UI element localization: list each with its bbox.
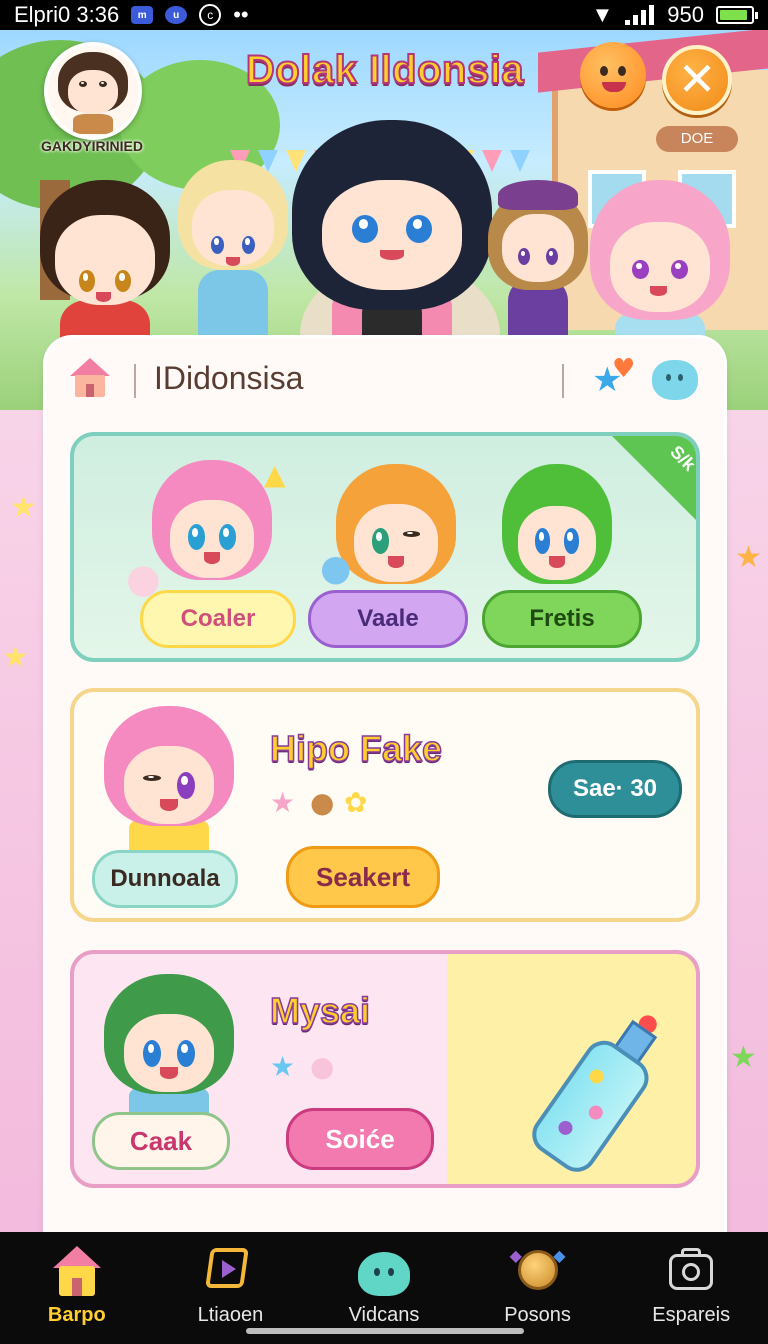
divider bbox=[134, 364, 136, 398]
notification-app-icon: m bbox=[131, 6, 154, 24]
signal-icon bbox=[625, 5, 655, 25]
character-girl-hat bbox=[488, 180, 588, 350]
mascot-button[interactable] bbox=[580, 42, 646, 108]
battery-percent: 950 bbox=[667, 2, 704, 27]
score-badge[interactable]: Sae· 30 bbox=[548, 760, 682, 818]
star-icon: ★ bbox=[270, 786, 296, 819]
seakert-button[interactable]: Seakert bbox=[286, 846, 440, 908]
done-badge[interactable]: DOE bbox=[656, 126, 738, 152]
corner-ribbon: S/k bbox=[606, 436, 696, 526]
decor-star: ★ bbox=[730, 1040, 757, 1075]
status-bar: Elpri0 3:36 m u c •• ▼ 950 bbox=[0, 0, 768, 30]
smile-icon: ● bbox=[310, 1050, 335, 1083]
character-button-coaler[interactable]: Coaler bbox=[140, 590, 296, 648]
decor-star: ★ bbox=[2, 640, 29, 675]
avatar-name: GAKDYIRINIED bbox=[41, 138, 143, 154]
house-icon[interactable] bbox=[70, 358, 110, 398]
slime-icon[interactable] bbox=[652, 360, 698, 400]
star-icon: ★ bbox=[270, 1050, 296, 1083]
panel-title: IDidonsisa bbox=[154, 360, 304, 396]
player-avatar[interactable] bbox=[44, 42, 142, 140]
dunnoala-button[interactable]: Dunnoala bbox=[92, 850, 238, 908]
character-button-fretis[interactable]: Fretis bbox=[482, 590, 642, 648]
status-right: ▼ 950 bbox=[591, 2, 758, 28]
nav-item-barpo[interactable]: Barpo bbox=[0, 1232, 154, 1344]
notification-c-icon: c bbox=[199, 4, 222, 26]
avatar-character bbox=[58, 52, 128, 134]
card-title: Hipo Fake bbox=[269, 727, 443, 770]
cat-mascot-icon: ▲ bbox=[264, 458, 286, 491]
blob-icon: ● bbox=[320, 548, 352, 589]
notification-app-icon-2: u bbox=[165, 6, 188, 24]
hipo-fake-card: Hipo Fake ★ ● ✿ Sae· 30 Dunnoala Seakert bbox=[70, 688, 700, 922]
card-title: Mysai bbox=[269, 989, 371, 1032]
character-orange-hair bbox=[336, 464, 456, 604]
main-panel: IDidonsisa ★ ♥ S/k ▲ ● ● Coaler Vaale Fr… bbox=[46, 338, 724, 1238]
potion-bottle-icon bbox=[508, 997, 690, 1184]
character-select-card: S/k ▲ ● ● Coaler Vaale Fretis bbox=[70, 432, 700, 662]
heart-icon: ♥ bbox=[612, 354, 636, 384]
play-icon bbox=[202, 1246, 258, 1298]
house-icon bbox=[49, 1246, 105, 1298]
character-green-hair bbox=[502, 464, 612, 604]
close-button[interactable]: ✕ bbox=[662, 45, 732, 115]
character-main-black-hair bbox=[292, 120, 492, 370]
home-indicator[interactable] bbox=[246, 1328, 524, 1334]
gem-icon: ◆ ◆ bbox=[510, 1246, 566, 1298]
slime-icon bbox=[356, 1246, 412, 1298]
panel-header: IDidonsisa ★ ♥ bbox=[46, 338, 724, 422]
wifi-icon: ▼ bbox=[591, 2, 614, 27]
soice-button[interactable]: Soiće bbox=[286, 1108, 434, 1170]
character-green-hair-2 bbox=[104, 974, 234, 1124]
caak-button[interactable]: Caak bbox=[92, 1112, 230, 1170]
game-title: Dolak Ildonsia bbox=[245, 47, 525, 93]
camera-icon bbox=[663, 1246, 719, 1298]
battery-icon bbox=[716, 6, 758, 24]
decor-star: ★ bbox=[735, 540, 762, 575]
flower-icon: ✿ bbox=[344, 786, 368, 819]
character-pink-hair bbox=[152, 460, 272, 600]
character-girl-blonde bbox=[178, 160, 288, 340]
smile-icon: ● bbox=[310, 786, 335, 819]
divider bbox=[562, 364, 564, 398]
more-notifications-icon: •• bbox=[233, 2, 249, 27]
character-pink-wink bbox=[104, 706, 234, 856]
status-time: Elpri0 3:36 bbox=[14, 2, 120, 27]
mysai-card: Mysai ★ ● Caak Soiće bbox=[70, 950, 700, 1188]
nav-item-espareis[interactable]: Espareis bbox=[614, 1232, 768, 1344]
status-left: Elpri0 3:36 m u c •• bbox=[14, 2, 249, 28]
decor-star: ★ bbox=[10, 490, 37, 525]
character-button-vaale[interactable]: Vaale bbox=[308, 590, 468, 648]
